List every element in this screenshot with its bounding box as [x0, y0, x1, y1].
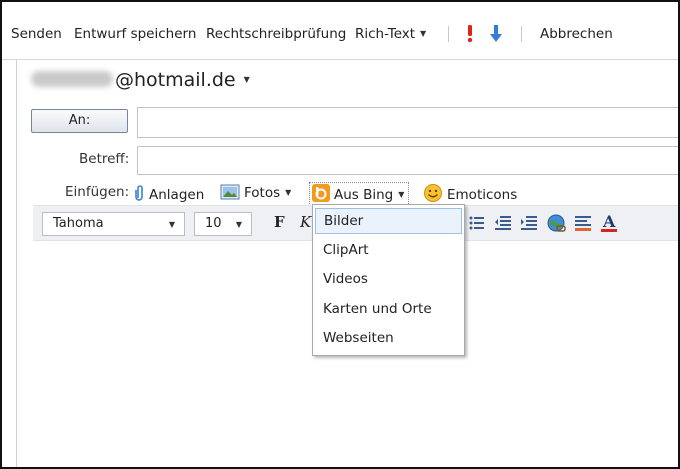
mail-compose-window: Senden Entwurf speichern Rechtschreibprü…	[0, 0, 680, 469]
menu-item-webseiten[interactable]: Webseiten	[315, 326, 462, 352]
bing-label: Aus Bing	[334, 187, 394, 203]
insert-bar: Einfügen: Anlagen Fotos ▼ Aus Bing ▼ Emo…	[17, 182, 678, 206]
chevron-down-icon: ▼	[285, 188, 292, 197]
send-button[interactable]: Senden	[11, 26, 62, 42]
font-family-value: Tahoma	[53, 216, 104, 231]
subject-label: Betreff:	[79, 151, 130, 167]
compose-toolbar: Senden Entwurf speichern Rechtschreibprü…	[2, 2, 678, 60]
chevron-down-icon: ▼	[168, 220, 175, 229]
decrease-indent-icon[interactable]	[494, 215, 512, 231]
paperclip-icon	[135, 185, 143, 201]
font-size-select[interactable]: 10 ▼	[194, 212, 252, 236]
chevron-down-icon: ▼	[420, 29, 427, 38]
subject-input[interactable]	[137, 146, 678, 175]
font-family-select[interactable]: Tahoma ▼	[42, 212, 185, 236]
insert-label: Einfügen:	[65, 184, 130, 200]
toolbar-divider	[521, 26, 522, 42]
low-importance-button[interactable]	[489, 23, 503, 47]
spellcheck-button[interactable]: Rechtschreibprüfung	[206, 26, 346, 42]
italic-button[interactable]: K	[300, 213, 311, 231]
red-exclamation-icon	[467, 25, 473, 43]
insert-link-icon[interactable]	[547, 214, 566, 233]
font-size-value: 10	[205, 216, 222, 231]
photos-label: Fotos	[244, 185, 281, 201]
chevron-down-icon: ▼	[398, 190, 405, 199]
save-draft-button[interactable]: Entwurf speichern	[74, 26, 196, 42]
attachments-label: Anlagen	[149, 187, 205, 203]
smiley-icon	[424, 184, 442, 202]
text-highlight-icon[interactable]	[574, 215, 592, 231]
cancel-button[interactable]: Abbrechen	[540, 26, 613, 42]
menu-item-bilder[interactable]: Bilder	[315, 208, 462, 234]
bing-insert-button[interactable]: Aus Bing ▼	[312, 184, 404, 203]
to-button[interactable]: An:	[31, 109, 128, 133]
photos-button[interactable]: Fotos ▼	[220, 184, 291, 201]
attachments-button[interactable]: Anlagen	[135, 184, 204, 203]
rich-text-label: Rich-Text	[355, 26, 416, 42]
menu-item-karten-und-orte[interactable]: Karten und Orte	[315, 297, 462, 323]
from-domain: @hotmail.de	[115, 69, 236, 91]
redacted-username	[31, 71, 113, 87]
font-color-icon[interactable]: A	[600, 213, 618, 233]
high-importance-button[interactable]	[464, 23, 476, 47]
emoticons-label: Emoticons	[447, 187, 518, 203]
menu-item-videos[interactable]: Videos	[315, 267, 462, 293]
from-account-selector[interactable]: @hotmail.de ▼	[31, 69, 250, 91]
svg-text:A: A	[602, 213, 616, 231]
emoticons-button[interactable]: Emoticons	[423, 184, 517, 203]
rich-text-dropdown[interactable]: Rich-Text ▼	[355, 26, 426, 42]
blue-down-arrow-icon	[490, 25, 502, 42]
chevron-down-icon: ▼	[243, 75, 250, 84]
bullet-list-icon[interactable]	[469, 215, 485, 231]
bing-icon	[312, 184, 330, 202]
bold-button[interactable]: F	[274, 213, 285, 231]
chevron-down-icon: ▼	[235, 220, 242, 229]
bing-dropdown-menu: Bilder ClipArt Videos Karten und Orte We…	[312, 204, 465, 356]
photo-icon	[220, 184, 240, 200]
toolbar-divider	[448, 26, 449, 42]
to-input[interactable]	[137, 107, 678, 138]
menu-item-clipart[interactable]: ClipArt	[315, 238, 462, 264]
increase-indent-icon[interactable]	[520, 215, 538, 231]
